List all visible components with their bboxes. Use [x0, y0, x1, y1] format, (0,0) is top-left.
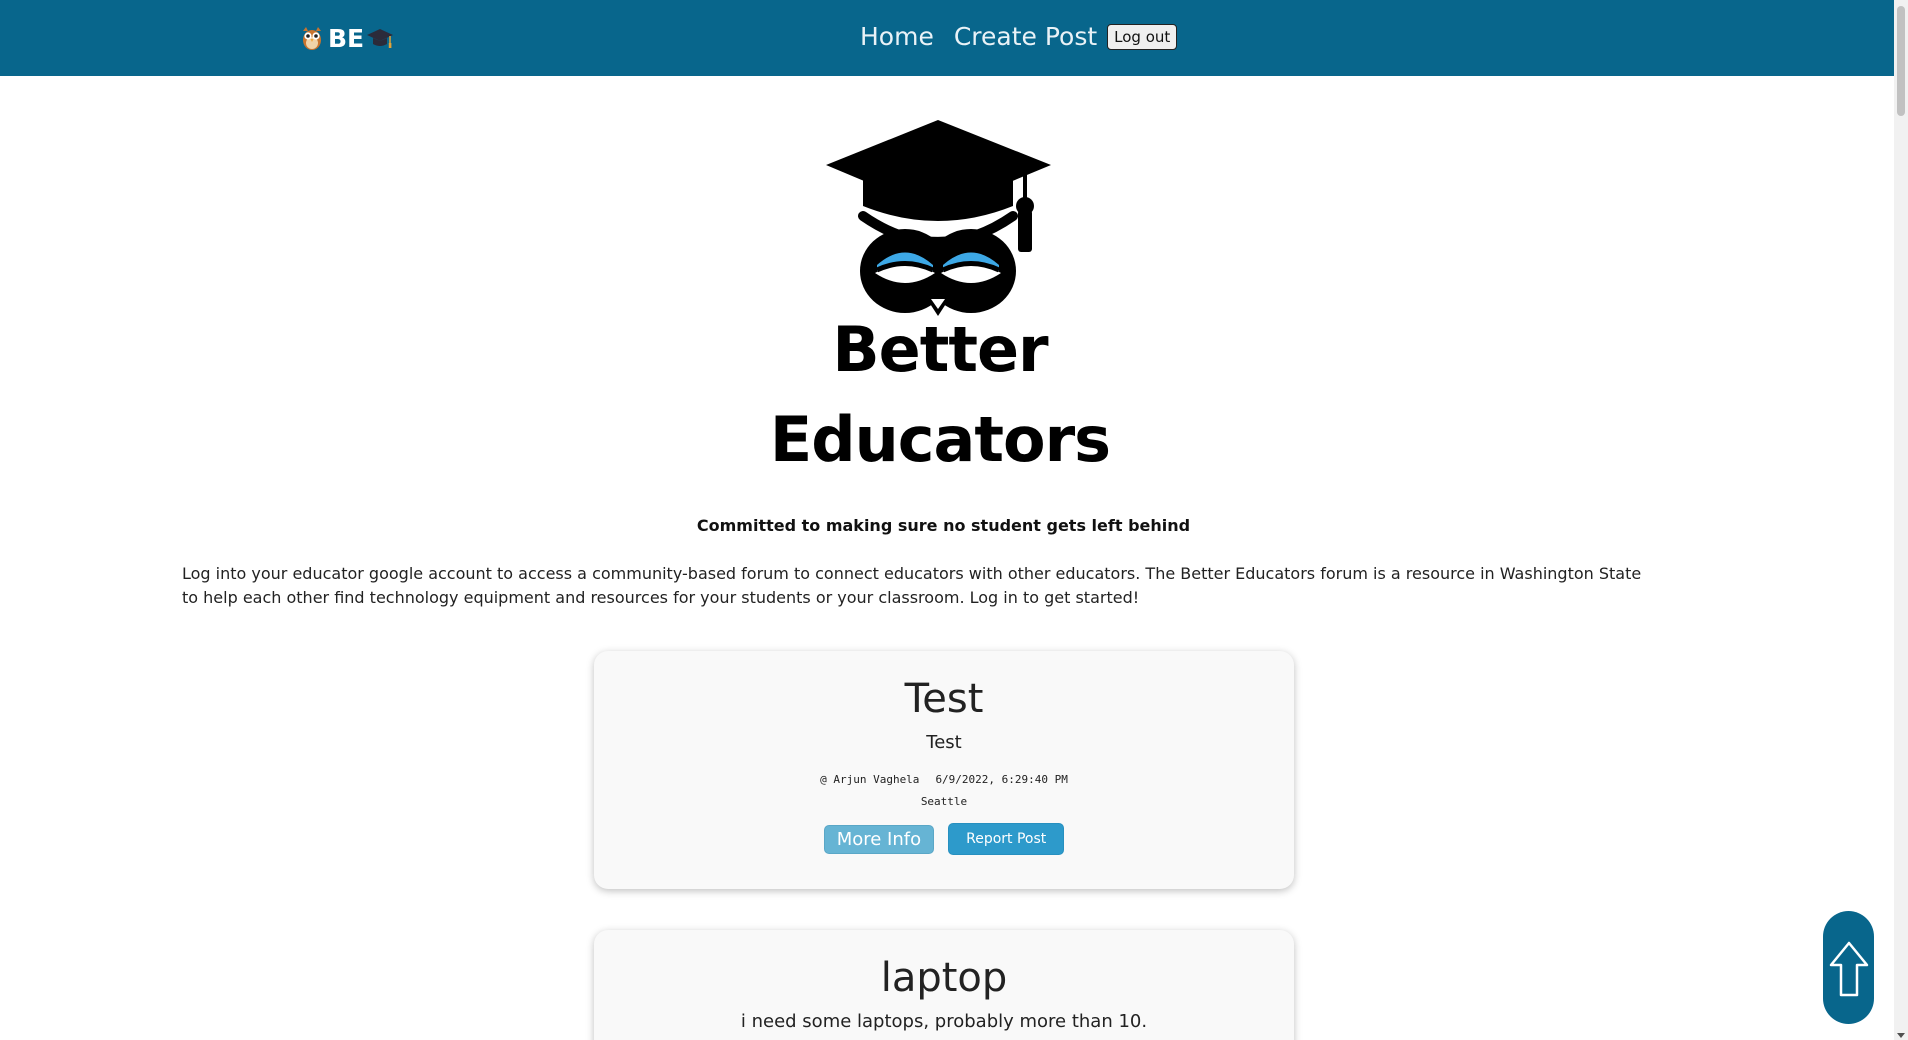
graduation-cap-icon [367, 29, 394, 48]
brand-text: BE [328, 23, 365, 53]
logout-button[interactable]: Log out [1107, 24, 1178, 50]
brand-home-link[interactable]: BE [300, 22, 394, 54]
report-post-button[interactable]: Report Post [948, 823, 1065, 855]
post-card: laptop i need some laptops, probably mor… [594, 930, 1294, 1040]
scrollbar-thumb[interactable] [1897, 6, 1905, 116]
owl-graduation-logo [826, 120, 1051, 316]
more-info-button[interactable]: More Info [823, 824, 935, 854]
post-title: Test [904, 676, 984, 722]
post-title: laptop [880, 955, 1008, 1001]
arrow-up-icon [1829, 941, 1869, 997]
nav-home-link[interactable]: Home [860, 19, 934, 55]
scroll-to-top-button[interactable] [1823, 911, 1874, 1024]
post-body: Test [926, 732, 962, 753]
post-body: i need some laptops, probably more than … [740, 1011, 1148, 1032]
hero-title: Better Educators [640, 305, 1240, 485]
page: BE Home Create Post Log out Better Educa… [0, 0, 1908, 1040]
post-author: @ Arjun Vaghela [820, 773, 920, 786]
scroll-down-arrow-icon[interactable] [1897, 1033, 1905, 1038]
intro-paragraph: Log into your educator google account to… [182, 564, 1642, 607]
owl-icon [303, 27, 321, 50]
top-navbar: BE Home Create Post Log out [0, 0, 1894, 76]
post-meta: @ Arjun Vaghela 6/9/2022, 6:29:40 PM Seat… [594, 769, 1294, 813]
post-timestamp: 6/9/2022, 6:29:40 PM [935, 773, 1068, 786]
tagline: Committed to making sure no student gets… [696, 516, 1191, 535]
hero-title-line-1: Better [832, 313, 1048, 386]
nav-create-post-link[interactable]: Create Post [954, 19, 1097, 55]
hero-title-line-2: Educators [769, 403, 1111, 476]
post-actions: More Info Report Post [594, 823, 1294, 855]
post-card: Test Test @ Arjun Vaghela 6/9/2022, 6:29:… [594, 651, 1294, 889]
post-location: Seattle [920, 795, 968, 808]
page-scrollbar[interactable] [1894, 0, 1908, 1040]
nav-links: Home Create Post Log out [860, 19, 1178, 55]
